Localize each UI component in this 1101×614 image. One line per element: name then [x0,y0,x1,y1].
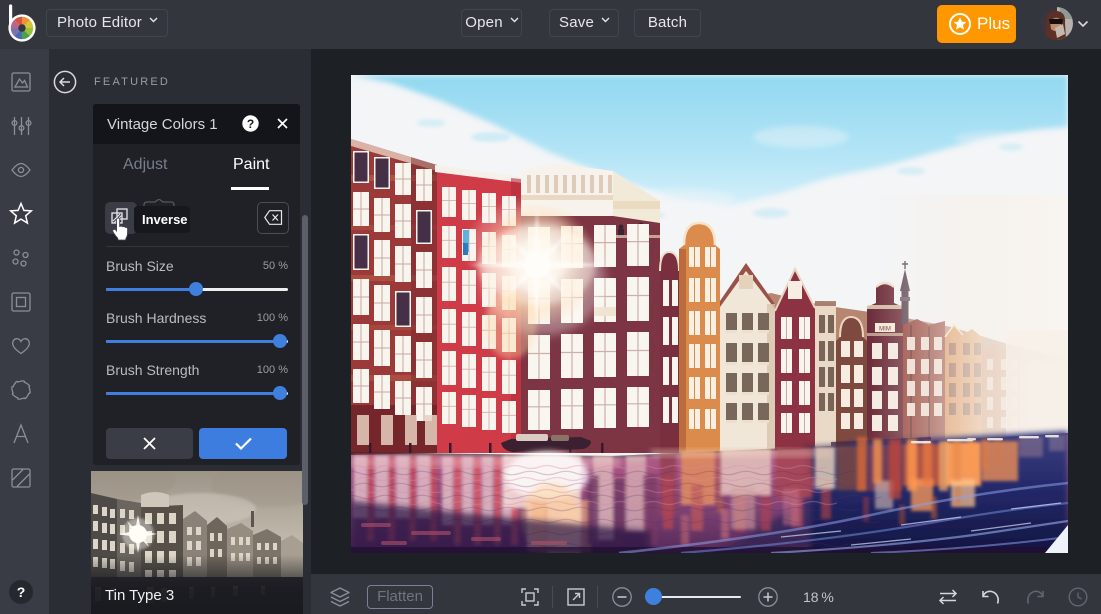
svg-text:?: ? [247,117,254,131]
svg-text:?: ? [17,584,26,600]
